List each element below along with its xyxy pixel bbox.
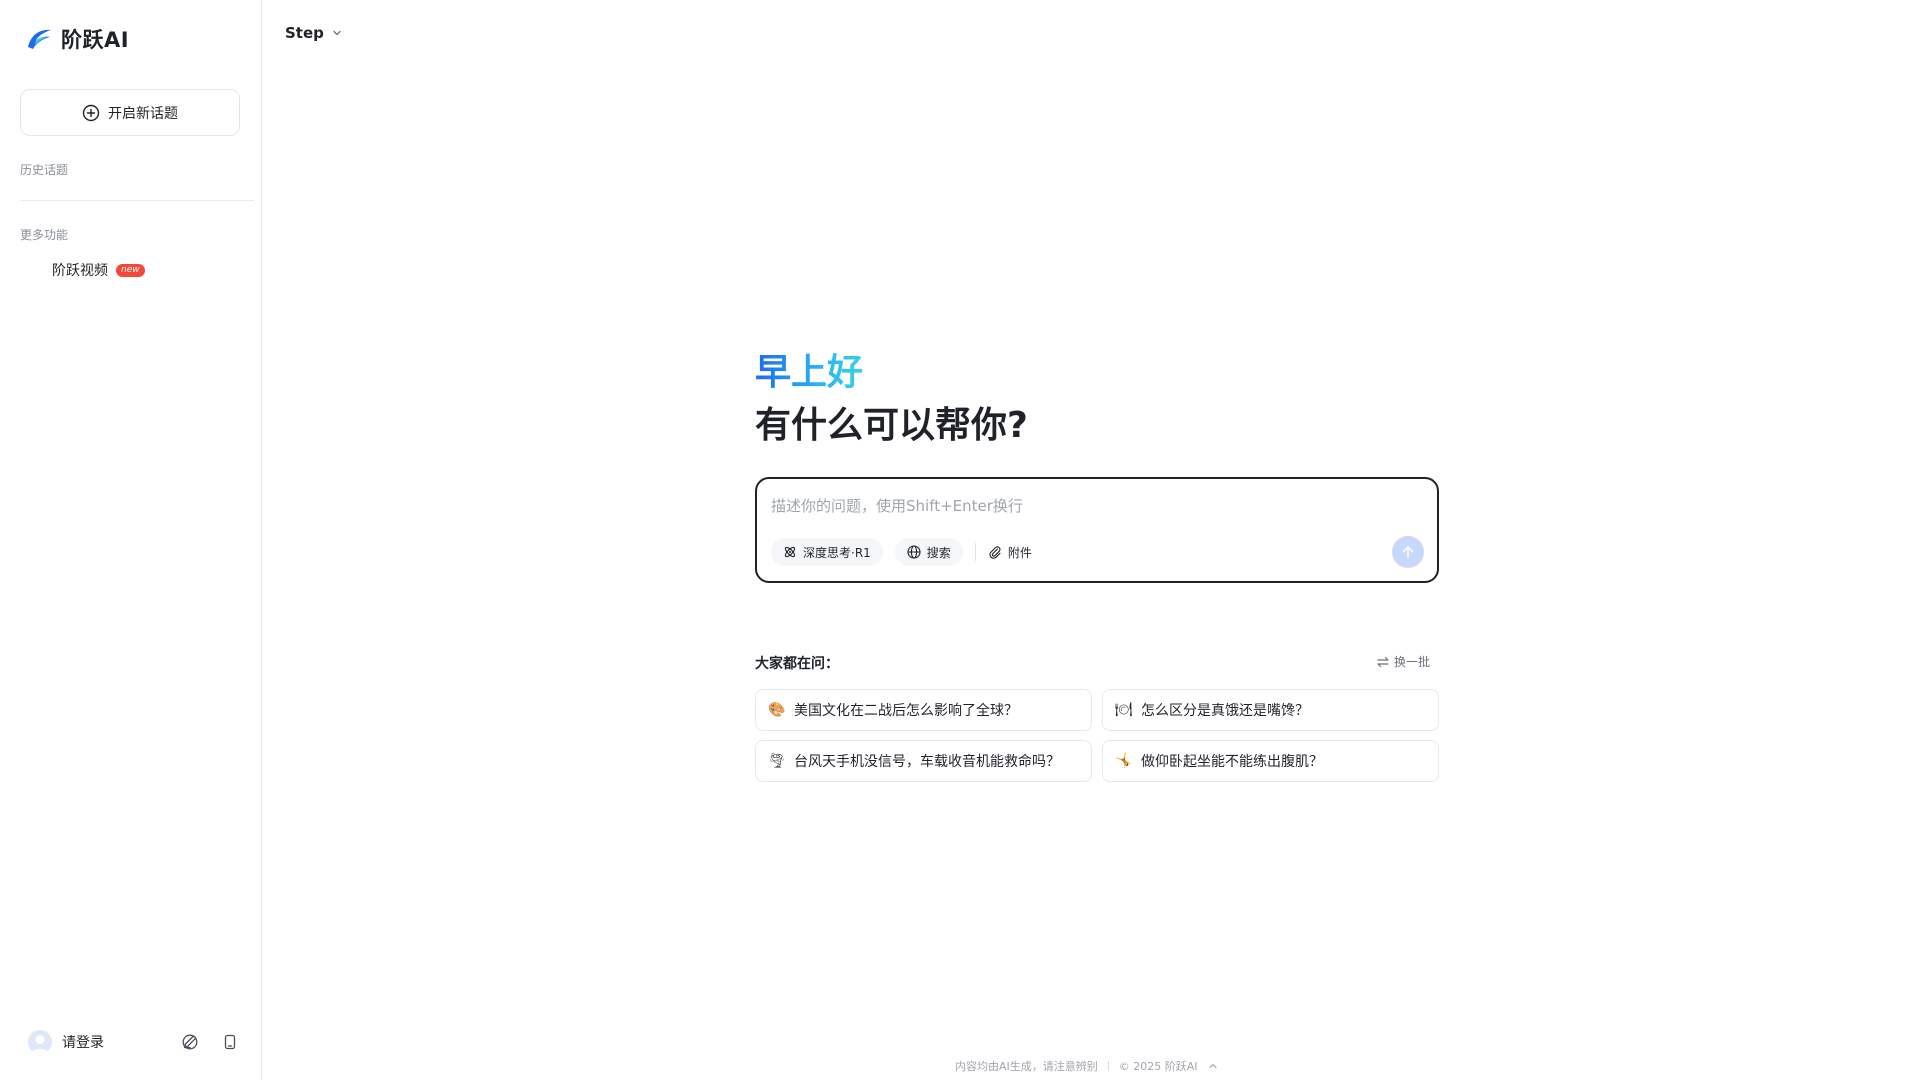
palette-icon: 🎨: [768, 702, 786, 718]
exercise-icon: 🤸: [1115, 753, 1133, 769]
send-button[interactable]: [1392, 536, 1424, 568]
copyright[interactable]: © 2025 阶跃AI: [1119, 1058, 1198, 1074]
sidebar-footer: 请登录: [28, 1030, 238, 1054]
mobile-app-icon[interactable]: [222, 1034, 238, 1050]
new-badge: new: [116, 263, 145, 277]
input-toolbar: 深度思考·R1 搜索 附件: [771, 538, 1032, 566]
refresh-suggestions-button[interactable]: 换一批: [1376, 653, 1430, 670]
chat-input-container: 深度思考·R1 搜索 附件: [755, 477, 1439, 583]
greeting-prompt: 有什么可以帮你?: [755, 405, 1028, 446]
attach-button[interactable]: 附件: [988, 544, 1032, 561]
logo-text: 阶跃AI: [61, 28, 130, 52]
deep-think-toggle[interactable]: 深度思考·R1: [771, 538, 883, 566]
user-icon: [31, 1035, 49, 1054]
more-features-label: 更多功能: [20, 228, 69, 242]
page-footer: 内容均由AI生成，请注意辨别 © 2025 阶跃AI: [955, 1058, 1218, 1074]
chevron-up-icon[interactable]: [1208, 1061, 1218, 1071]
history-section-label: 历史话题: [20, 163, 69, 177]
feedback-icon[interactable]: [182, 1034, 198, 1050]
suggestion-card[interactable]: 🤸 做仰卧起坐能不能练出腹肌？: [1102, 740, 1439, 782]
atom-icon: [784, 546, 796, 558]
suggestion-text: 做仰卧起坐能不能练出腹肌？: [1141, 754, 1323, 770]
deep-think-label: 深度思考·R1: [803, 545, 871, 560]
attach-label: 附件: [1007, 545, 1032, 560]
sidebar-divider: [20, 200, 254, 201]
sidebar-item-video[interactable]: 阶跃视频 new: [52, 260, 145, 280]
toolbar-divider: [974, 543, 976, 561]
paperclip-icon: [989, 546, 1001, 559]
model-name: Step: [285, 24, 324, 42]
suggestion-card[interactable]: 🎨 美国文化在二战后怎么影响了全球？: [755, 689, 1092, 731]
ai-disclaimer: 内容均由AI生成，请注意辨别: [955, 1060, 1098, 1073]
new-topic-label: 开启新话题: [108, 105, 178, 122]
plate-icon: 🍽: [1115, 702, 1133, 718]
arrow-up-icon: [1402, 546, 1414, 558]
login-link[interactable]: 请登录: [62, 1032, 104, 1052]
suggestion-grid: 🎨 美国文化在二战后怎么影响了全球？ 🍽 怎么区分是真饿还是嘴馋？ 🌪 台风天手…: [755, 689, 1439, 782]
refresh-label: 换一批: [1394, 655, 1431, 669]
avatar[interactable]: [28, 1030, 52, 1054]
globe-icon: [907, 545, 921, 559]
sidebar-item-label: 阶跃视频: [52, 263, 108, 279]
search-label: 搜索: [926, 545, 951, 560]
logo[interactable]: 阶跃AI: [25, 24, 129, 54]
stepfun-logo-icon: [28, 29, 51, 49]
footer-divider: [1107, 1061, 1109, 1071]
tornado-icon: 🌪: [768, 753, 786, 769]
chat-input[interactable]: [771, 495, 1411, 525]
search-toggle[interactable]: 搜索: [894, 538, 963, 566]
suggestion-card[interactable]: 🍽 怎么区分是真饿还是嘴馋？: [1102, 689, 1439, 731]
new-topic-button[interactable]: 开启新话题: [20, 89, 240, 136]
suggestion-text: 怎么区分是真饿还是嘴馋？: [1141, 703, 1309, 719]
suggestion-card[interactable]: 🌪 台风天手机没信号，车载收音机能救命吗？: [755, 740, 1092, 782]
sidebar: 阶跃AI 开启新话题 历史话题 更多功能 阶跃视频 new 请登录: [0, 0, 262, 1080]
model-selector[interactable]: Step: [285, 24, 342, 42]
suggestions-title: 大家都在问：: [755, 656, 839, 672]
suggestion-text: 台风天手机没信号，车载收音机能救命吗？: [794, 754, 1060, 770]
swap-icon: [1377, 656, 1389, 667]
greeting-title: 早上好: [755, 343, 863, 395]
chevron-down-icon: [333, 30, 341, 36]
suggestion-text: 美国文化在二战后怎么影响了全球？: [794, 703, 1018, 719]
plus-circle-icon: [82, 104, 100, 121]
